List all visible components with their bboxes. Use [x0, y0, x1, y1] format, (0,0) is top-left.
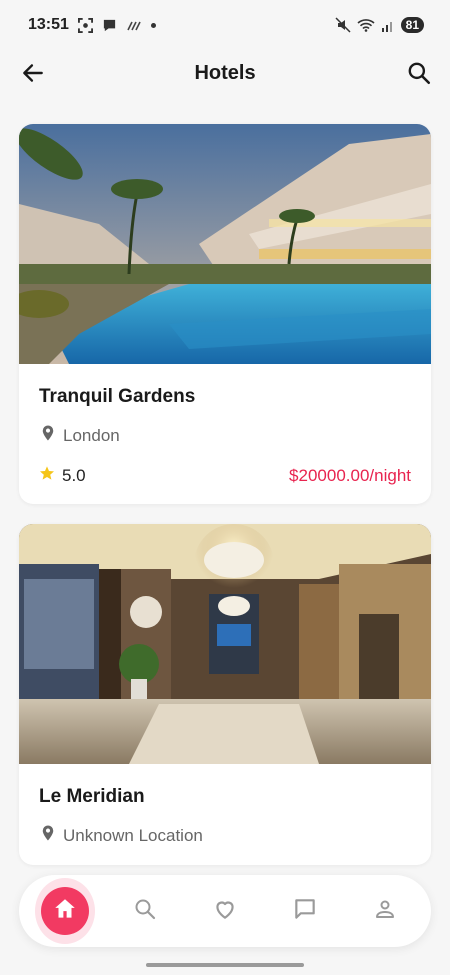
location-pin-icon	[39, 424, 57, 447]
hotel-price: $20000.00/night	[289, 465, 411, 485]
nav-messages[interactable]	[275, 881, 335, 941]
bottom-nav	[19, 875, 431, 947]
status-bar: 13:51 81	[0, 0, 450, 50]
nav-favorites[interactable]	[195, 881, 255, 941]
signal-strength-icon	[126, 19, 142, 31]
location-row: Unknown Location	[39, 824, 411, 847]
status-right: 81	[335, 17, 424, 33]
resort-pool-photo	[19, 124, 431, 364]
search-icon	[133, 897, 157, 926]
notification-dot	[150, 22, 156, 28]
hotel-name: Tranquil Gardens	[39, 386, 196, 407]
location-pin-icon	[39, 824, 57, 847]
heart-icon	[212, 896, 238, 927]
cell-signal-icon	[381, 19, 395, 32]
chat-icon	[292, 896, 318, 927]
nav-home-highlight	[35, 878, 95, 944]
chat-bubble-icon	[102, 18, 117, 33]
profile-icon	[373, 897, 397, 926]
mute-icon	[335, 17, 351, 33]
hotel-list: Tranquil Gardens London 5.0 $20000.00/ni…	[19, 124, 431, 885]
nav-profile[interactable]	[355, 881, 415, 941]
hotel-location: Unknown Location	[63, 825, 203, 845]
page-title: Hotels	[194, 61, 256, 84]
nav-home-button[interactable]	[41, 887, 89, 935]
rating-price-row: 5.0 $20000.00/night	[39, 465, 411, 486]
hotel-card-body: Le Meridian Unknown Location	[19, 764, 431, 865]
rating: 5.0	[39, 465, 86, 486]
wifi-icon	[357, 18, 375, 32]
home-icon	[52, 896, 78, 927]
rating-value: 5.0	[62, 465, 86, 485]
hotel-name: Le Meridian	[39, 786, 145, 807]
search-icon[interactable]	[406, 60, 432, 86]
nav-home[interactable]	[35, 878, 95, 944]
hotel-card[interactable]: Tranquil Gardens London 5.0 $20000.00/ni…	[19, 124, 431, 504]
arrow-left-icon[interactable]	[20, 60, 46, 86]
screenshot-icon	[77, 17, 93, 33]
home-indicator	[146, 963, 304, 967]
nav-search[interactable]	[115, 881, 175, 941]
location-row: London	[39, 424, 411, 447]
hotel-card-body: Tranquil Gardens London 5.0 $20000.00/ni…	[19, 364, 431, 504]
hotel-location: London	[63, 425, 120, 445]
battery-icon: 81	[400, 17, 424, 33]
app-bar: Hotels	[0, 50, 450, 96]
status-time: 13:51	[28, 16, 69, 33]
hotel-card[interactable]: Le Meridian Unknown Location	[19, 524, 431, 865]
hotel-lobby-photo	[19, 524, 431, 764]
status-left: 13:51	[28, 16, 156, 34]
star-icon	[39, 465, 55, 486]
